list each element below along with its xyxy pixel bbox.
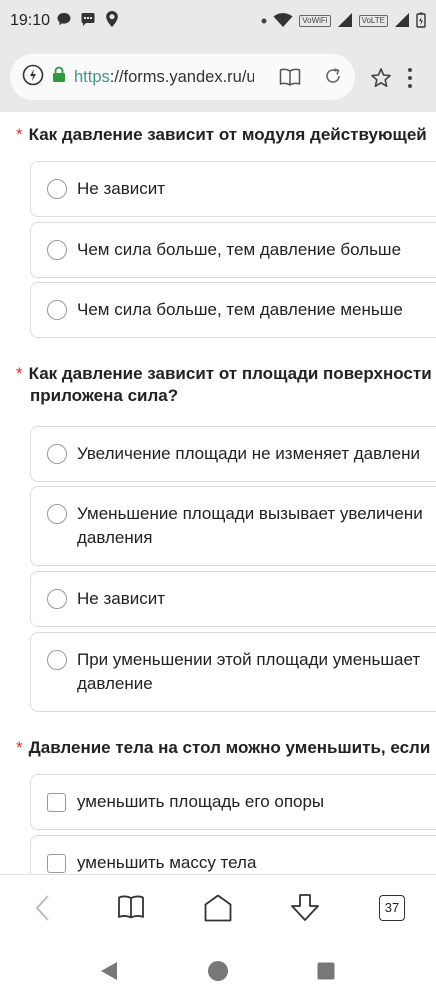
option-label-line-1: При уменьшении этой площади уменьшает	[77, 650, 421, 669]
android-navigation-bar	[0, 942, 436, 1000]
url-host: ://forms.yandex.ru/u	[109, 67, 254, 86]
notification-dot-icon	[261, 16, 267, 26]
question-text: Давление тела на стол можно уменьшить, е…	[28, 738, 431, 757]
option-ne-zavisit-2[interactable]: Не зависит	[30, 571, 436, 627]
volte-label: VoLTE	[358, 15, 388, 27]
form-content[interactable]: * Как давление зависит от модуля действую…	[0, 112, 436, 874]
checkbox[interactable]	[47, 793, 66, 812]
option-force-more-pressure-less[interactable]: Чем сила больше, тем давление меньше	[30, 282, 436, 338]
option-area-decrease-pressure-increase[interactable]: Уменьшение площади вызывает увеличени дав…	[30, 486, 436, 566]
option-label: Увеличение площади не изменяет давлени	[77, 444, 420, 463]
option-ne-zavisit[interactable]: Не зависит	[30, 161, 436, 217]
question-3: * Давление тела на стол можно уменьшить, …	[16, 737, 436, 759]
question-1: * Как давление зависит от модуля действую…	[16, 124, 436, 146]
reader-mode-icon[interactable]	[279, 67, 301, 92]
option-reduce-support-area[interactable]: уменьшить площадь его опоры	[30, 774, 436, 830]
question-text-line-1: Как давление зависит от площади поверхно…	[28, 364, 432, 383]
back-arrow-icon[interactable]	[33, 893, 53, 928]
bookmark-star-icon[interactable]	[370, 67, 392, 94]
nav-back-triangle-icon[interactable]	[99, 961, 119, 986]
radio-button[interactable]	[47, 444, 67, 464]
signal-icon	[337, 12, 353, 30]
bookmarks-book-icon[interactable]	[117, 893, 145, 926]
radio-button[interactable]	[47, 504, 67, 524]
option-label: уменьшить массу тела	[77, 853, 257, 872]
option-label: Не зависит	[77, 589, 166, 608]
question-text-line-2: приложена сила?	[30, 386, 179, 405]
power-icon[interactable]	[22, 64, 44, 91]
question-text: Как давление зависит от модуля действующ…	[28, 125, 427, 144]
signal-icon-2	[394, 12, 410, 30]
option-label: Чем сила больше, тем давление больше	[77, 240, 402, 259]
nav-recents-square-icon[interactable]	[317, 962, 335, 985]
overflow-menu-icon[interactable]	[406, 67, 414, 94]
checkbox[interactable]	[47, 854, 66, 873]
url-field[interactable]: https://forms.yandex.ru/u	[10, 54, 355, 100]
question-2: * Как давление зависит от площади поверхн…	[16, 363, 436, 407]
home-icon[interactable]	[203, 893, 233, 928]
battery-icon	[416, 12, 426, 30]
lock-icon	[52, 66, 66, 88]
option-label: При уменьшении этой площади уменьшает дав…	[77, 648, 420, 696]
browser-bottom-toolbar	[0, 874, 436, 942]
option-area-decrease-pressure-decrease[interactable]: При уменьшении этой площади уменьшает дав…	[30, 632, 436, 712]
radio-button[interactable]	[47, 240, 67, 260]
required-mark: *	[16, 738, 23, 757]
option-label: Чем сила больше, тем давление меньше	[77, 300, 403, 319]
option-reduce-body-mass[interactable]: уменьшить массу тела	[30, 835, 436, 874]
radio-button[interactable]	[47, 650, 67, 670]
option-force-more-pressure-more[interactable]: Чем сила больше, тем давление больше	[30, 222, 436, 278]
radio-button[interactable]	[47, 589, 67, 609]
option-label: Не зависит	[77, 179, 166, 198]
required-mark: *	[16, 364, 23, 383]
option-label-line-2: давление	[77, 674, 153, 693]
vowifi-label: VoWiFi	[299, 15, 331, 27]
url-scheme: https	[74, 67, 110, 86]
reload-icon[interactable]	[323, 66, 343, 91]
url-text[interactable]: https://forms.yandex.ru/u	[74, 68, 254, 87]
tabs-count-button[interactable]: 37	[379, 895, 405, 921]
radio-button[interactable]	[47, 300, 67, 320]
option-label: Уменьшение площади вызывает увеличени дав…	[77, 502, 423, 550]
required-mark: *	[16, 125, 23, 144]
download-arrow-icon[interactable]	[289, 893, 321, 928]
location-icon	[104, 10, 120, 33]
wifi-icon	[273, 12, 293, 30]
option-area-increase-no-change[interactable]: Увеличение площади не изменяет давлени	[30, 426, 436, 482]
radio-button[interactable]	[47, 179, 67, 199]
nav-home-circle-icon[interactable]	[207, 960, 229, 987]
option-label-line-1: Уменьшение площади вызывает увеличени	[77, 504, 423, 523]
option-label-line-2: давления	[77, 528, 153, 547]
option-label: уменьшить площадь его опоры	[77, 792, 325, 811]
status-indicators: VoWiFi VoLTE	[261, 12, 426, 30]
message-icon	[80, 11, 96, 32]
chat-bubble-icon	[56, 11, 72, 32]
status-time: 19:10	[10, 12, 51, 29]
browser-address-bar: https://forms.yandex.ru/u	[0, 42, 436, 112]
status-bar: 19:10 VoWiFi VoLTE	[0, 0, 436, 42]
